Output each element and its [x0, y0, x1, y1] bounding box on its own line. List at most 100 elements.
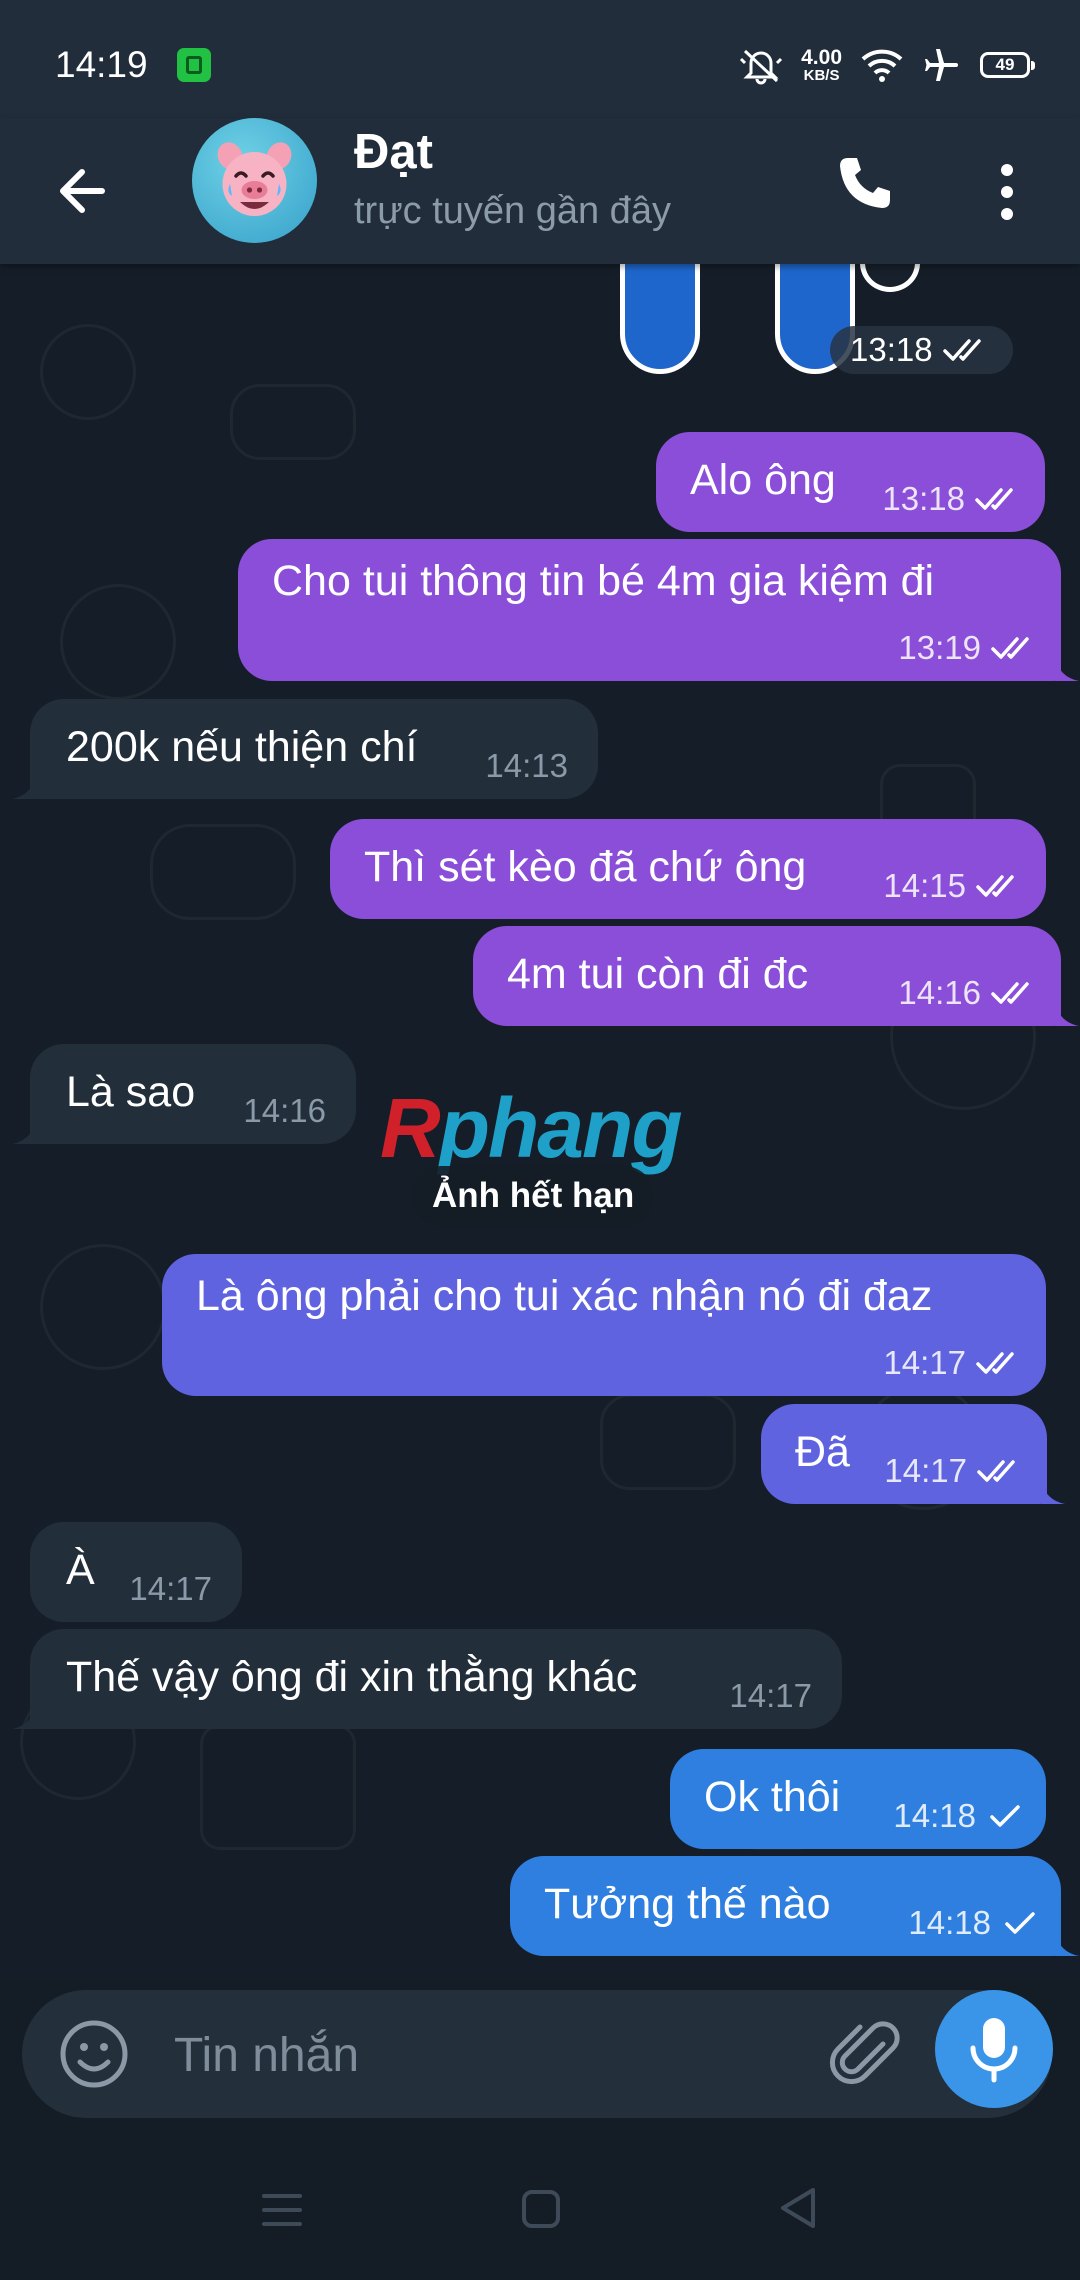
status-icons: 4.00 KB/S 49 [739, 40, 1035, 90]
outgoing-message[interactable]: Ok thôi 14:18 [670, 1749, 1046, 1849]
message-list[interactable]: 13:18 Alo ông 13:18 Cho tui thông tin bé 4… [0, 264, 1080, 1980]
message-meta: 14:16 [898, 974, 1041, 1012]
voice-record-button[interactable] [935, 1990, 1053, 2108]
message-time: 14:18 [908, 1904, 991, 1941]
background-doodle [600, 1394, 736, 1490]
message-meta: 14:16 [243, 1092, 326, 1130]
message-meta: 14:15 [883, 867, 1026, 905]
message-meta: 14:17 [884, 1452, 1027, 1490]
message-meta: 14:18 [893, 1797, 1026, 1835]
home-icon[interactable] [520, 2188, 562, 2230]
message-meta: 13:18 [882, 480, 1025, 518]
watermark-logo: Rphang [380, 1080, 683, 1177]
avatar[interactable] [192, 118, 317, 243]
message-text: Đã [795, 1428, 850, 1476]
incoming-message[interactable]: Là sao 14:16 [12, 1044, 356, 1144]
message-text: Ok thôi [704, 1773, 841, 1821]
bubble-tail [12, 1705, 36, 1729]
background-doodle [40, 324, 136, 420]
status-bar: 14:19 4.00 KB/S 49 [0, 0, 1080, 118]
contact-status: trực tuyến gần đây [354, 190, 671, 232]
message-time: 14:17 [129, 1570, 212, 1607]
outgoing-message[interactable]: Đã 14:17 [761, 1404, 1065, 1504]
message-text: Là sao [66, 1068, 196, 1116]
back-arrow-icon[interactable] [50, 156, 120, 226]
message-text: Alo ông [690, 456, 836, 504]
incoming-message[interactable]: 200k nếu thiện chí 14:13 [12, 699, 598, 799]
background-doodle [60, 584, 176, 700]
message-time: 14:18 [893, 1797, 976, 1834]
watermark-first-letter: R [380, 1081, 441, 1175]
message-text: Thế vậy ông đi xin thằng khác [66, 1653, 638, 1701]
message-composer [22, 1990, 1052, 2118]
outgoing-message[interactable]: Tưởng thế nào 14:18 [510, 1856, 1079, 1956]
message-text: 200k nếu thiện chí [66, 723, 418, 771]
bubble-tail [12, 775, 36, 799]
message-time: 14:17 [729, 1677, 812, 1714]
recent-apps-icon[interactable] [260, 2190, 304, 2230]
message-time: 14:15 [883, 867, 966, 904]
outgoing-message[interactable]: Thì sét kèo đã chứ ông 14:15 [330, 819, 1046, 919]
message-time: 14:17 [884, 1452, 967, 1489]
message-time: 13:18 [882, 480, 965, 517]
outgoing-message[interactable]: Là ông phải cho tui xác nhận nó đi đaz 14… [162, 1254, 1046, 1396]
status-time: 14:19 [55, 44, 148, 85]
outgoing-message[interactable]: Alo ông 13:18 [656, 432, 1045, 532]
network-speed-unit: KB/S [803, 67, 840, 84]
message-meta: 14:18 [908, 1904, 1041, 1942]
incoming-message[interactable]: À 14:17 [30, 1522, 242, 1622]
message-time: 13:19 [898, 629, 981, 666]
message-time: 14:17 [883, 1344, 966, 1381]
chat-header: Đạt trực tuyến gần đây [0, 118, 1080, 264]
network-speed-value: 4.00 [801, 46, 842, 69]
double-check-icon [991, 982, 1029, 1004]
double-check-icon [942, 339, 981, 361]
message-text: Tưởng thế nào [544, 1880, 831, 1928]
sticker-leg [620, 264, 700, 374]
outgoing-message[interactable]: Cho tui thông tin bé 4m gia kiệm đi 13:19 [238, 539, 1079, 681]
message-text: Là ông phải cho tui xác nhận nó đi đaz [196, 1272, 933, 1320]
double-check-icon [976, 875, 1014, 897]
message-meta: 13:19 [898, 629, 1041, 667]
message-time: 14:16 [243, 1092, 326, 1129]
message-input[interactable] [172, 2014, 776, 2096]
check-icon [1005, 1912, 1035, 1934]
background-doodle [150, 824, 296, 920]
battery-indicator: 49 [980, 52, 1035, 78]
sticker-time-text: 13:18 [850, 331, 933, 368]
paperclip-icon[interactable] [828, 2014, 908, 2094]
phone-icon[interactable] [830, 148, 900, 218]
back-triangle-icon[interactable] [775, 2184, 819, 2232]
message-meta: 14:17 [729, 1677, 812, 1715]
watermark-rest: phang [438, 1081, 683, 1175]
message-meta: 14:13 [485, 747, 568, 785]
double-check-icon [977, 1460, 1015, 1482]
double-check-icon [991, 637, 1029, 659]
message-text: Cho tui thông tin bé 4m gia kiệm đi [272, 557, 935, 605]
wifi-icon [861, 49, 903, 82]
incoming-message[interactable]: Thế vậy ông đi xin thằng khác 14:17 [12, 1629, 842, 1729]
sticker-hand [860, 264, 920, 292]
more-options-icon[interactable] [985, 152, 1029, 232]
bubble-tail [1041, 1480, 1065, 1504]
message-text: 4m tui còn đi đc [507, 950, 809, 998]
bubble-tail [1055, 1932, 1079, 1956]
sticker-timestamp: 13:18 [830, 326, 1013, 374]
bubble-tail [12, 1120, 36, 1144]
expired-photo-label[interactable]: Ảnh hết hạn [412, 1166, 655, 1226]
double-check-icon [976, 1352, 1014, 1374]
check-icon [990, 1805, 1020, 1827]
contact-name[interactable]: Đạt [354, 124, 433, 180]
double-check-icon [975, 488, 1013, 510]
outgoing-message[interactable]: 4m tui còn đi đc 14:16 [473, 926, 1079, 1026]
airplane-icon [925, 49, 958, 81]
network-speed: 4.00 KB/S [801, 47, 842, 83]
microphone-icon [970, 2018, 1018, 2083]
message-meta: 14:17 [129, 1570, 212, 1608]
pig-emoji-icon [217, 142, 292, 216]
message-time: 14:16 [898, 974, 981, 1011]
mute-icon [740, 49, 783, 85]
app-notification-icon [177, 48, 211, 82]
emoji-icon[interactable] [58, 2018, 130, 2090]
message-text: À [66, 1546, 95, 1594]
